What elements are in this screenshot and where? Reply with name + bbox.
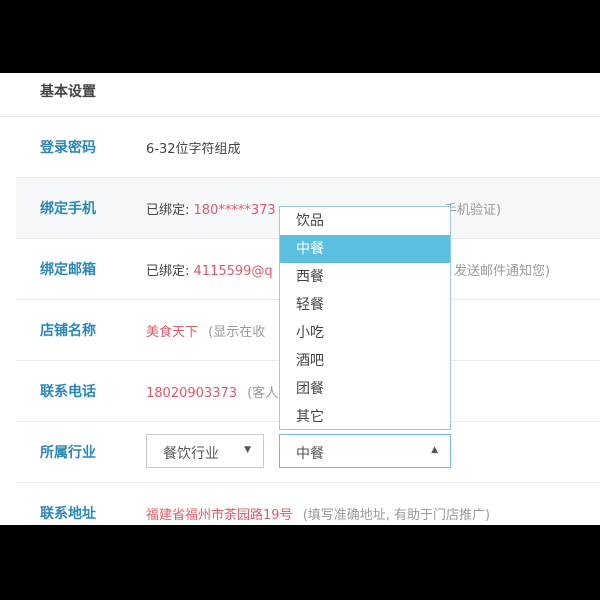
- password-hint: 6-32位字符组成: [146, 142, 241, 157]
- shop-name-hint: (显示在收: [208, 325, 266, 340]
- contact-phone-label: 联系电话: [40, 384, 96, 400]
- dropdown-option[interactable]: 轻餐: [280, 291, 450, 319]
- password-label: 登录密码: [40, 140, 96, 156]
- chevron-up-icon: ▲: [431, 445, 438, 455]
- email-prefix: 已绑定:: [146, 264, 190, 279]
- phone-number: 180*****373: [193, 203, 276, 218]
- phone-suffix: 手机验证): [444, 203, 502, 218]
- industry-label: 所属行业: [40, 445, 96, 461]
- shop-name-value: 美食天下 (显示在收: [146, 321, 265, 340]
- contact-phone-number[interactable]: 18020903373: [146, 386, 237, 401]
- section-title: 基本设置: [40, 84, 96, 100]
- email-value: 已绑定: 4115599@q: [146, 260, 273, 279]
- email-suffix: 发送邮件通知您): [454, 264, 551, 279]
- bottom-black-bar: [0, 525, 600, 600]
- dropdown-option[interactable]: 饮品: [280, 207, 450, 235]
- phone-label: 绑定手机: [40, 201, 96, 217]
- phone-prefix: 已绑定:: [146, 203, 190, 218]
- dropdown-option[interactable]: 小吃: [280, 319, 450, 347]
- address-value: 福建省福州市荼园路19号 (填写准确地址, 有助于门店推广): [146, 504, 490, 523]
- top-black-bar: [0, 0, 600, 73]
- sub-industry-dropdown: 饮品 中餐 西餐 轻餐 小吃 酒吧 团餐 其它: [279, 206, 451, 430]
- address-text[interactable]: 福建省福州市荼园路19号: [146, 508, 293, 523]
- sub-industry-select[interactable]: 中餐 ▲: [279, 434, 451, 468]
- row-industry: 所属行业 餐饮行业 ▼ 中餐 ▲: [16, 422, 600, 483]
- chevron-down-icon: ▼: [244, 445, 251, 455]
- dropdown-option[interactable]: 西餐: [280, 263, 450, 291]
- contact-phone-value: 18020903373 (客人: [146, 382, 278, 401]
- dropdown-option[interactable]: 团餐: [280, 375, 450, 403]
- shop-name[interactable]: 美食天下: [146, 325, 198, 340]
- industry-select-value: 餐饮行业: [163, 446, 219, 462]
- phone-value: 已绑定: 180*****373: [146, 199, 276, 218]
- address-label: 联系地址: [40, 506, 96, 522]
- email-label: 绑定邮箱: [40, 262, 96, 278]
- row-password: 登录密码 6-32位字符组成: [16, 117, 600, 178]
- shop-name-label: 店铺名称: [40, 323, 96, 339]
- contact-phone-hint: (客人: [247, 386, 279, 401]
- email-address: 4115599@q: [193, 264, 273, 279]
- dropdown-option[interactable]: 酒吧: [280, 347, 450, 375]
- dropdown-option[interactable]: 其它: [280, 403, 450, 429]
- sub-industry-select-value: 中餐: [296, 446, 324, 462]
- address-hint: (填写准确地址, 有助于门店推广): [302, 508, 491, 523]
- dropdown-option-selected[interactable]: 中餐: [280, 235, 450, 263]
- row-address: 联系地址 福建省福州市荼园路19号 (填写准确地址, 有助于门店推广): [16, 483, 600, 525]
- industry-select[interactable]: 餐饮行业 ▼: [146, 434, 264, 468]
